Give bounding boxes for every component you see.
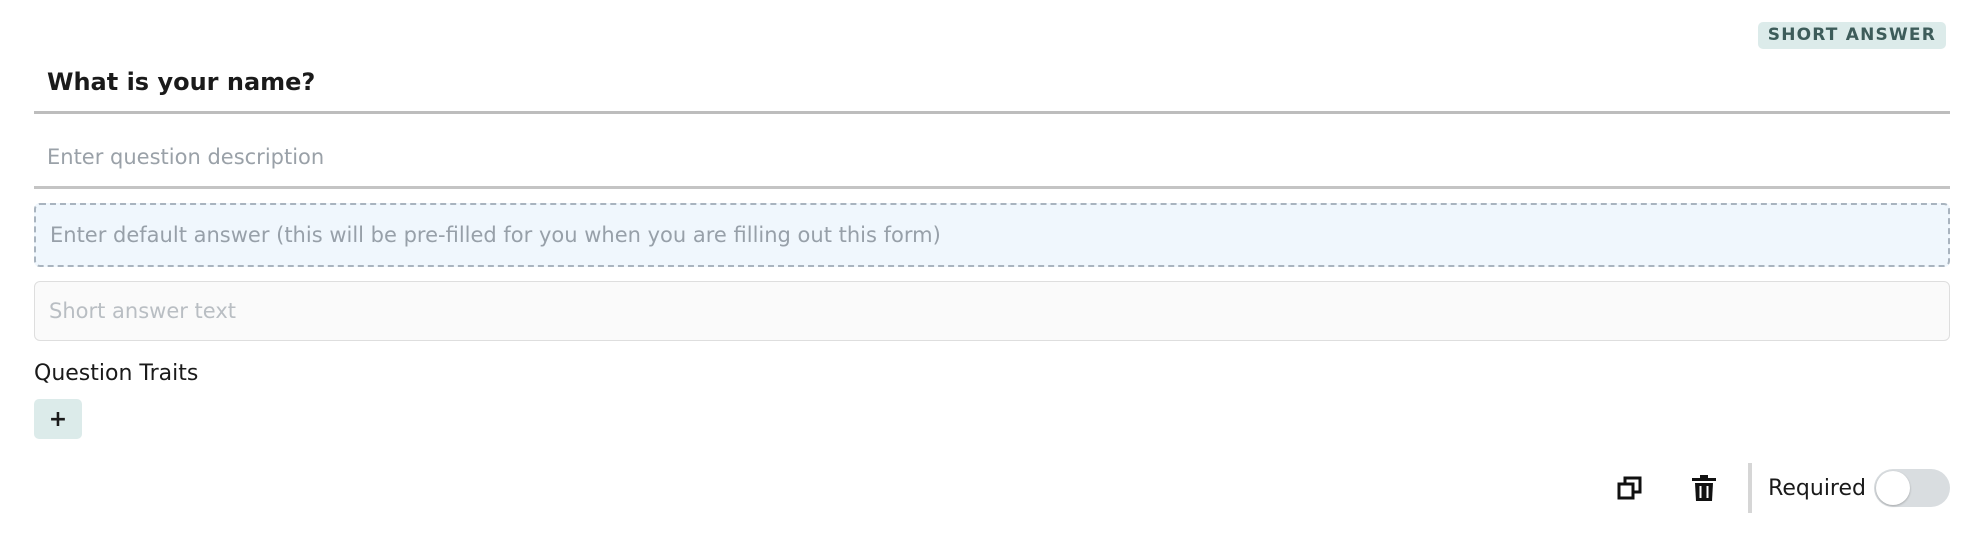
question-traits-label: Question Traits xyxy=(34,361,199,386)
plus-icon: + xyxy=(48,406,68,432)
delete-button[interactable] xyxy=(1680,464,1728,512)
required-toggle[interactable] xyxy=(1874,469,1950,507)
default-answer-input[interactable]: Enter default answer (this will be pre-f… xyxy=(34,203,1950,267)
duplicate-button[interactable] xyxy=(1606,464,1654,512)
footer-divider xyxy=(1748,463,1753,513)
short-answer-preview: Short answer text xyxy=(34,281,1950,341)
question-type-badge: SHORT ANSWER xyxy=(1757,22,1946,49)
trash-icon xyxy=(1692,475,1717,501)
toggle-knob xyxy=(1876,471,1910,505)
copy-icon xyxy=(1617,476,1642,500)
add-trait-button[interactable]: + xyxy=(34,399,82,439)
question-title-input[interactable]: What is your name? xyxy=(34,52,1950,114)
question-footer: Required xyxy=(1606,463,1950,513)
required-label: Required xyxy=(1768,475,1866,501)
question-description-input[interactable]: Enter question description xyxy=(34,128,1950,189)
